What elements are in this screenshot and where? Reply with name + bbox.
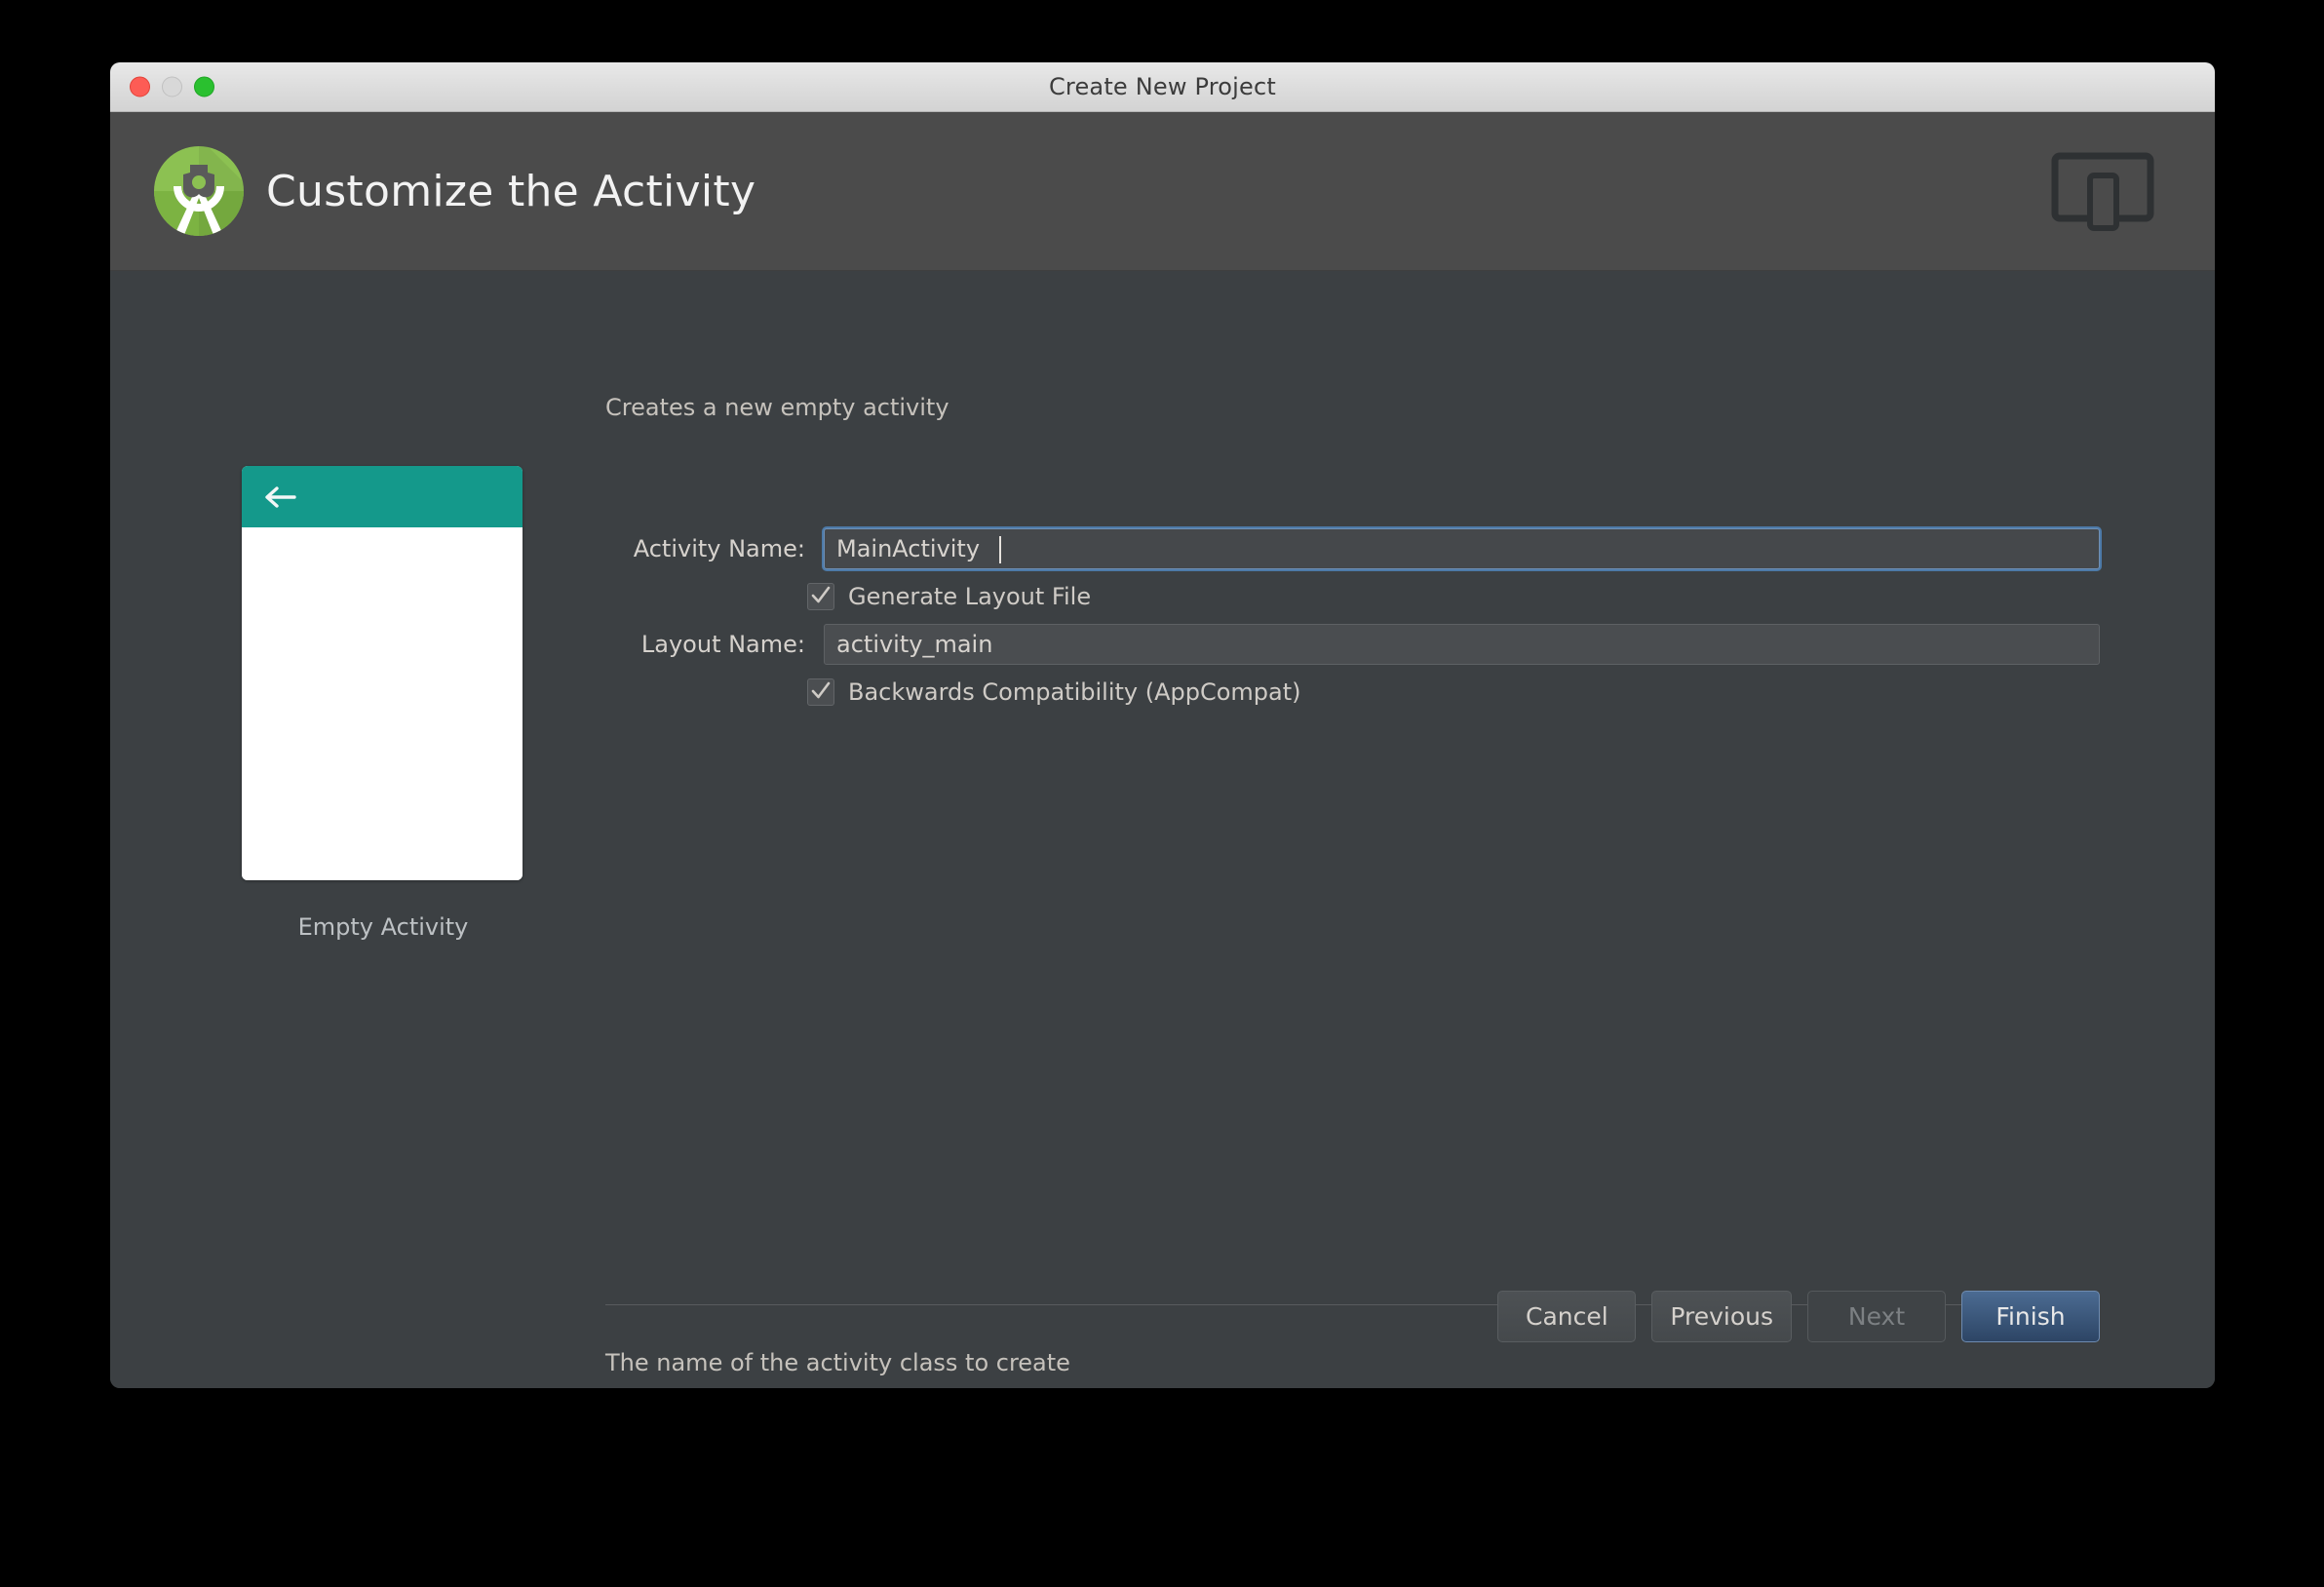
device-form-factor-icon xyxy=(2051,150,2154,232)
field-help-text: The name of the activity class to create xyxy=(605,1349,1070,1376)
backwards-compatibility-checkbox[interactable] xyxy=(807,678,834,706)
back-arrow-icon xyxy=(263,484,296,510)
activity-name-row: Activity Name: xyxy=(605,528,2100,569)
generate-layout-file-row[interactable]: Generate Layout File xyxy=(807,583,2100,610)
previous-button[interactable]: Previous xyxy=(1651,1291,1792,1342)
backwards-compatibility-row[interactable]: Backwards Compatibility (AppCompat) xyxy=(807,678,2100,706)
close-window-button[interactable] xyxy=(130,76,150,97)
maximize-window-button[interactable] xyxy=(194,76,214,97)
finish-button[interactable]: Finish xyxy=(1961,1291,2100,1342)
layout-name-row: Layout Name: xyxy=(605,624,2100,665)
window-title: Create New Project xyxy=(1048,73,1277,100)
template-description: Creates a new empty activity xyxy=(605,394,949,421)
activity-name-input[interactable] xyxy=(824,528,2100,569)
activity-preview: Empty Activity xyxy=(242,466,524,941)
cancel-button[interactable]: Cancel xyxy=(1497,1291,1637,1342)
android-studio-logo-icon xyxy=(145,137,252,245)
traffic-lights xyxy=(130,76,214,97)
create-new-project-window: Create New Project Customize the Activit… xyxy=(110,62,2215,1388)
generate-layout-file-checkbox[interactable] xyxy=(807,583,834,610)
wizard-button-bar: Cancel Previous Next Finish xyxy=(1497,1291,2100,1342)
layout-name-label: Layout Name: xyxy=(640,631,805,658)
next-button: Next xyxy=(1807,1291,1946,1342)
activity-form: Creates a new empty activity Activity Na… xyxy=(605,394,2100,719)
text-caret xyxy=(999,536,1001,563)
window-titlebar: Create New Project xyxy=(110,62,2215,112)
activity-preview-thumbnail[interactable] xyxy=(242,466,523,880)
minimize-window-button[interactable] xyxy=(162,76,182,97)
activity-template-name: Empty Activity xyxy=(297,913,469,941)
wizard-body: Empty Activity Creates a new empty activ… xyxy=(110,271,2215,1388)
preview-content-area xyxy=(242,527,523,880)
generate-layout-file-label: Generate Layout File xyxy=(848,583,1092,610)
activity-name-label: Activity Name: xyxy=(633,535,805,562)
preview-appbar xyxy=(242,466,523,527)
page-title: Customize the Activity xyxy=(266,166,756,216)
wizard-header: Customize the Activity xyxy=(110,112,2215,271)
layout-name-input[interactable] xyxy=(824,624,2100,665)
backwards-compatibility-label: Backwards Compatibility (AppCompat) xyxy=(848,678,1301,706)
